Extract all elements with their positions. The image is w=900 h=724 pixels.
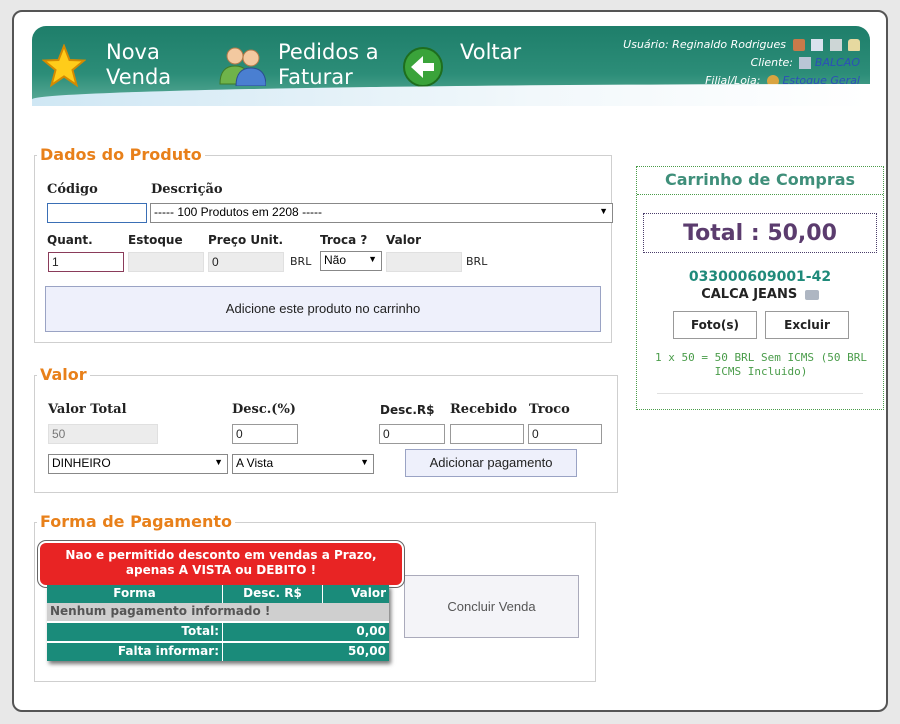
cart-total-value: 50,00 [767, 221, 837, 246]
cart-title: Carrinho de Compras [637, 167, 883, 195]
forma-select[interactable]: DINHEIRO ▼ [48, 454, 228, 474]
cart-item-code: 033000609001-42 [688, 269, 832, 285]
valor-unit-label: Valor [386, 233, 422, 247]
desc-rs-label: Desc.R$ [380, 403, 435, 417]
client-icon [799, 57, 812, 69]
col-forma: Forma [47, 585, 223, 603]
print-icon[interactable] [829, 39, 842, 51]
excluir-button[interactable]: Excluir [765, 311, 849, 339]
falta-value: 50,00 [348, 644, 386, 658]
cart-item-calc: 1 x 50 = 50 BRL Sem ICMS (50 BRL ICMS In… [655, 351, 867, 378]
recebido-label: Recebido [450, 402, 518, 417]
table-row-total: Total: 0,00 [47, 621, 389, 641]
preco-input[interactable] [208, 252, 284, 272]
valor-total-input [48, 424, 158, 444]
quant-label: Quant. [47, 233, 93, 247]
chevron-down-icon: ▼ [599, 206, 608, 216]
table-row-falta: Falta informar: 50,00 [47, 641, 389, 661]
pagamento-legend: Forma de Pagamento [37, 512, 235, 531]
desc-pct-input[interactable] [232, 424, 298, 444]
payment-table: Forma Desc. R$ Valor Nenhum pagamento in… [47, 585, 389, 661]
total-label: Total: [47, 623, 223, 641]
cart-total: Total : 50,00 [643, 213, 877, 253]
valor-unit-input [386, 252, 462, 272]
user-name: Reginaldo Rodrigues [672, 38, 786, 51]
nav-voltar[interactable]: Voltar [402, 38, 532, 94]
falta-label: Falta informar: [47, 643, 223, 661]
table-row-empty: Nenhum pagamento informado ! [47, 603, 389, 621]
cart-panel: Carrinho de Compras Total : 50,00 033000… [636, 166, 884, 410]
col-desc: Desc. R$ [223, 585, 323, 603]
troca-label: Troca ? [320, 233, 368, 247]
valor-total-label: Valor Total [48, 402, 127, 417]
settings-icon[interactable] [792, 39, 805, 51]
store-icon [766, 75, 779, 87]
header-bar: Nova Venda Pedidos a Faturar Voltar Usuá… [32, 26, 870, 106]
table-header: Forma Desc. R$ Valor [47, 585, 389, 603]
nav-pedidos-faturar[interactable]: Pedidos a Faturar [218, 38, 388, 94]
valor-legend: Valor [37, 365, 90, 384]
client-link[interactable]: BALCAO [815, 56, 860, 69]
condicao-select[interactable]: A Vista ▼ [232, 454, 374, 474]
concluir-venda-button[interactable]: Concluir Venda [404, 575, 579, 638]
troca-select[interactable]: Não ▼ [320, 251, 382, 271]
lock-icon[interactable] [848, 39, 860, 51]
foto-button[interactable]: Foto(s) [673, 311, 757, 339]
camera-icon[interactable] [804, 289, 819, 300]
payment-error-alert: Nao e permitido desconto em vendas a Pra… [40, 543, 402, 585]
quant-input[interactable] [48, 252, 124, 272]
currency-label: BRL [466, 255, 488, 268]
troco-label: Troco [529, 402, 570, 417]
estoque-label: Estoque [128, 233, 183, 247]
produto-legend: Dados do Produto [37, 145, 205, 164]
add-to-cart-button[interactable]: Adicione este produto no carrinho [45, 286, 601, 332]
document-icon[interactable] [811, 39, 823, 51]
chevron-down-icon: ▼ [368, 254, 377, 264]
cart-item-name: CALCA JEANS [637, 287, 883, 302]
desc-pct-label: Desc.(%) [232, 402, 296, 417]
chevron-down-icon: ▼ [214, 457, 223, 467]
codigo-input[interactable] [47, 203, 147, 223]
recebido-input[interactable] [450, 424, 524, 444]
col-valor: Valor [350, 586, 386, 600]
store-link[interactable]: Estoque Geral [782, 74, 860, 87]
troco-input[interactable] [528, 424, 602, 444]
user-info: Usuário: Reginaldo Rodrigues Cliente: BA… [623, 38, 860, 87]
add-payment-button[interactable]: Adicionar pagamento [405, 449, 577, 477]
preco-label: Preço Unit. [208, 233, 284, 247]
empty-message: Nenhum pagamento informado ! [50, 604, 271, 618]
cart-divider [657, 393, 863, 394]
nav-voltar-label: Voltar [460, 40, 522, 64]
nav-nova-venda-label: Nova Venda [106, 40, 172, 89]
total-value: 0,00 [356, 624, 386, 638]
descricao-label: Descrição [151, 182, 223, 197]
chevron-down-icon: ▼ [360, 457, 369, 467]
estoque-input [128, 252, 204, 272]
nav-nova-venda[interactable]: Nova Venda [42, 38, 192, 94]
currency-label: BRL [290, 255, 312, 268]
star-icon [42, 44, 86, 88]
codigo-label: Código [47, 182, 98, 197]
desc-rs-input[interactable] [379, 424, 445, 444]
back-arrow-icon [403, 47, 443, 87]
users-icon [219, 47, 266, 86]
descricao-select[interactable]: ----- 100 Produtos em 2208 ----- ▼ [150, 203, 613, 223]
nav-pedidos-faturar-label: Pedidos a Faturar [278, 40, 379, 89]
